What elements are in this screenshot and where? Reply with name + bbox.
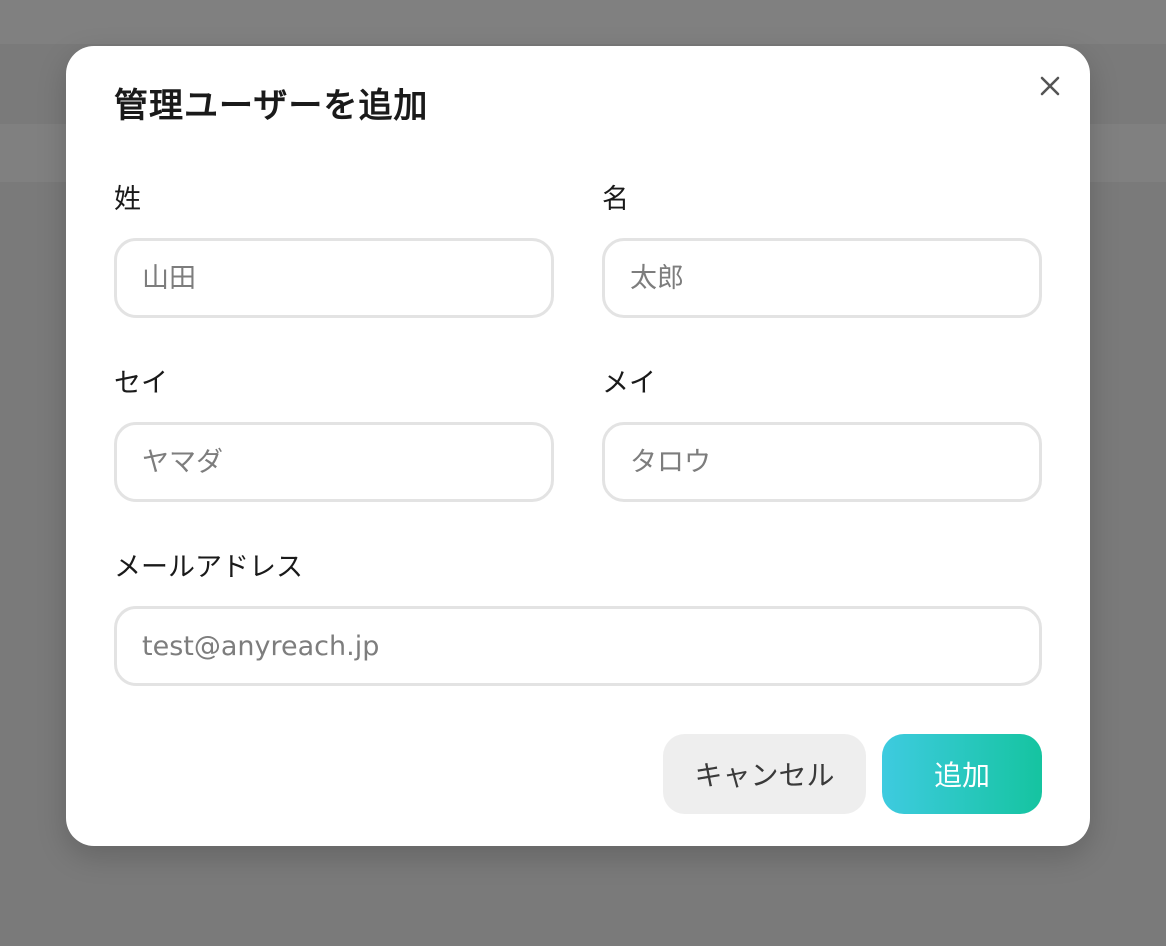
close-icon (1040, 76, 1060, 96)
first-name-kana-label: メイ (602, 368, 656, 399)
email-input[interactable] (114, 606, 1042, 686)
add-admin-user-dialog: 管理ユーザーを追加 姓 名 セイ メイ メールアドレス キャンセル 追加 (66, 46, 1090, 846)
background-header-band (0, 0, 1166, 44)
email-label: メールアドレス (114, 552, 303, 583)
last-name-input[interactable] (114, 238, 554, 318)
first-name-input[interactable] (602, 238, 1042, 318)
close-button[interactable] (1034, 70, 1066, 102)
last-name-kana-label: セイ (114, 368, 168, 399)
dialog-title: 管理ユーザーを追加 (114, 86, 429, 126)
last-name-label: 姓 (114, 184, 141, 215)
add-button[interactable]: 追加 (882, 734, 1042, 814)
last-name-kana-input[interactable] (114, 422, 554, 502)
first-name-label: 名 (602, 184, 629, 215)
cancel-button[interactable]: キャンセル (663, 734, 866, 814)
first-name-kana-input[interactable] (602, 422, 1042, 502)
